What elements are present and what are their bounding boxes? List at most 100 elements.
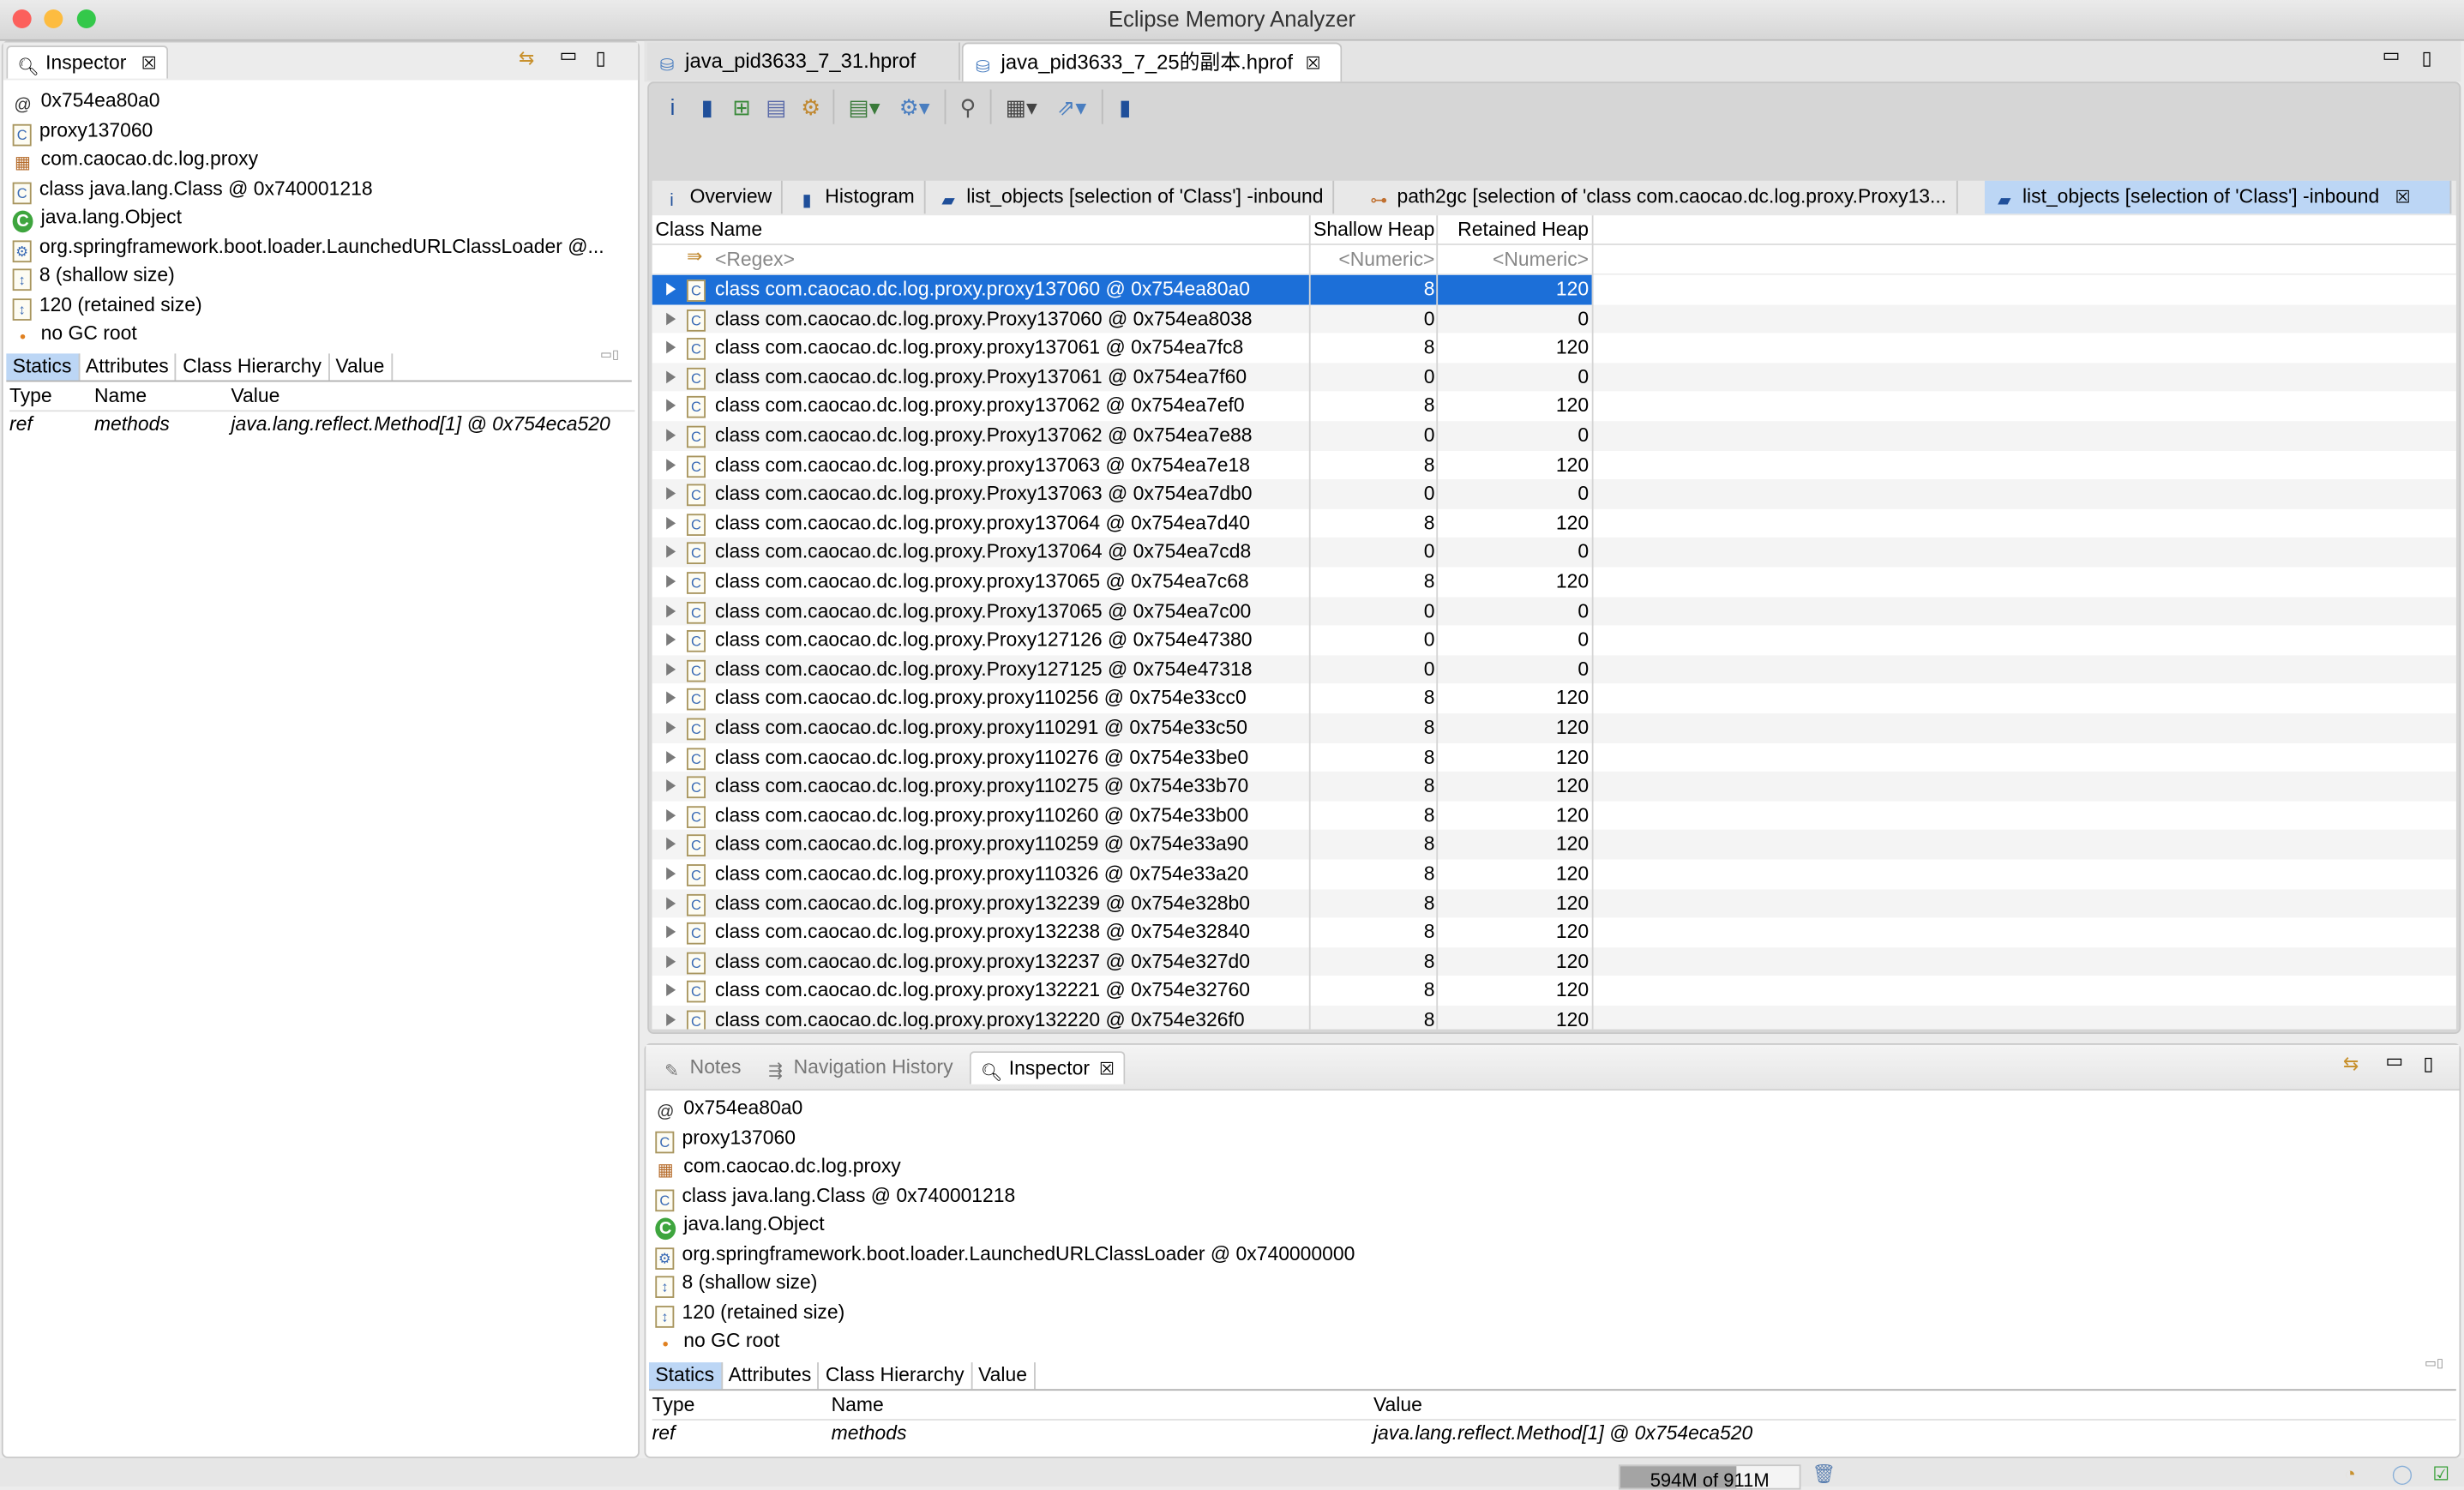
- minimize-icon[interactable]: ▭▯: [2425, 1356, 2443, 1370]
- table-row[interactable]: Cclass com.caocao.dc.log.proxy.proxy1370…: [652, 333, 2456, 363]
- query-tab[interactable]: ▰ list_objects [selection of 'Class'] -in…: [1984, 180, 2452, 214]
- column-header-shallow-heap[interactable]: Shallow Heap: [1309, 215, 1434, 243]
- expand-arrow-icon[interactable]: [666, 867, 676, 880]
- table-row[interactable]: Cclass com.caocao.dc.log.proxy.proxy1322…: [652, 888, 2456, 918]
- expand-arrow-icon[interactable]: [666, 721, 676, 734]
- column-divider[interactable]: [1308, 215, 1311, 1030]
- table-row[interactable]: Cclass com.caocao.dc.log.proxy.proxy1102…: [652, 684, 2456, 714]
- numeric-filter-input[interactable]: <Numeric>: [1438, 245, 1589, 273]
- cell-name[interactable]: methods: [94, 410, 170, 438]
- close-window-button[interactable]: [12, 9, 32, 28]
- editor-tab[interactable]: ⛁ java_pid3633_7_25的副本.hprof ☒: [961, 42, 1343, 82]
- link-with-editor-icon[interactable]: ⇆: [519, 47, 534, 69]
- tab-navigation-history[interactable]: ⇶ Navigation History: [756, 1051, 963, 1083]
- column-header-retained-heap[interactable]: Retained Heap: [1438, 215, 1589, 243]
- info-icon[interactable]: i: [657, 89, 688, 123]
- tab-statics[interactable]: Statics: [6, 353, 80, 381]
- tab-statics[interactable]: Statics: [648, 1362, 723, 1390]
- export-icon[interactable]: ⇗▾: [1049, 89, 1096, 123]
- report-icon[interactable]: ▤▾: [841, 89, 888, 123]
- table-row[interactable]: Cclass com.caocao.dc.log.proxy.proxy1370…: [652, 508, 2456, 538]
- column-divider[interactable]: [1436, 215, 1439, 1030]
- class-name-filter-input[interactable]: <Regex>: [715, 245, 795, 273]
- table-row[interactable]: Cclass com.caocao.dc.log.proxy.Proxy1370…: [652, 303, 2456, 333]
- expand-arrow-icon[interactable]: [666, 341, 676, 354]
- cell-name[interactable]: methods: [832, 1419, 907, 1447]
- expand-arrow-icon[interactable]: [666, 487, 676, 501]
- table-row[interactable]: Cclass com.caocao.dc.log.proxy.proxy1322…: [652, 946, 2456, 976]
- table-row[interactable]: Cclass com.caocao.dc.log.proxy.proxy1322…: [652, 1006, 2456, 1030]
- maximize-icon[interactable]: ▯: [2421, 47, 2431, 69]
- heap-status[interactable]: 594M of 911M: [1618, 1464, 1801, 1490]
- column-header-name[interactable]: Name: [832, 1391, 884, 1419]
- tab-inspector[interactable]: 🔍︎ Inspector ☒: [969, 1051, 1126, 1084]
- tab-inspector[interactable]: 🔍︎ Inspector ☒: [6, 45, 168, 79]
- maximize-icon[interactable]: ▯: [596, 47, 606, 69]
- expand-arrow-icon[interactable]: [666, 925, 676, 939]
- column-header-value[interactable]: Value: [1373, 1391, 1422, 1419]
- minimize-icon[interactable]: ▭: [2385, 1049, 2403, 1072]
- expand-arrow-icon[interactable]: [666, 429, 676, 442]
- tab-notes[interactable]: ✎ Notes: [652, 1051, 751, 1083]
- close-icon[interactable]: ☒: [141, 55, 157, 74]
- garbage-collect-icon[interactable]: 🗑︎: [1812, 1463, 1836, 1485]
- cell-type[interactable]: ref: [652, 1419, 676, 1447]
- table-row[interactable]: Cclass com.caocao.dc.log.proxy.proxy1102…: [652, 801, 2456, 831]
- expand-arrow-icon[interactable]: [666, 955, 676, 968]
- table-row[interactable]: Cclass com.caocao.dc.log.proxy.Proxy1370…: [652, 538, 2456, 568]
- query-tab[interactable]: ⊶ path2gc [selection of 'class com.caocao…: [1359, 180, 1957, 214]
- tab-attributes[interactable]: Attributes: [80, 353, 177, 381]
- expand-arrow-icon[interactable]: [666, 604, 676, 617]
- table-row[interactable]: Cclass com.caocao.dc.log.proxy.proxy1322…: [652, 976, 2456, 1006]
- minimize-icon[interactable]: ▭▯: [600, 347, 619, 361]
- link-with-editor-icon[interactable]: ⇆: [2343, 1053, 2359, 1075]
- table-row[interactable]: Cclass com.caocao.dc.log.proxy.proxy1370…: [652, 392, 2456, 422]
- editor-tab[interactable]: ⛁ java_pid3633_7_31.hprof: [647, 42, 960, 81]
- expand-arrow-icon[interactable]: [666, 1013, 676, 1026]
- task-icon[interactable]: ☑: [2432, 1463, 2449, 1485]
- tab-value[interactable]: Value: [329, 353, 393, 381]
- expand-arrow-icon[interactable]: [666, 574, 676, 588]
- table-row[interactable]: Cclass com.caocao.dc.log.proxy.proxy1370…: [652, 567, 2456, 597]
- tab-value[interactable]: Value: [972, 1362, 1036, 1390]
- table-row[interactable]: Cclass com.caocao.dc.log.proxy.proxy1370…: [652, 450, 2456, 480]
- zoom-window-button[interactable]: [76, 9, 96, 28]
- expand-arrow-icon[interactable]: [666, 634, 676, 646]
- search-icon[interactable]: ⚲: [953, 89, 984, 123]
- bubble-icon[interactable]: ◯: [2392, 1463, 2413, 1485]
- gear-icon[interactable]: ⚙: [795, 89, 826, 123]
- oql-icon[interactable]: ▤: [760, 89, 792, 123]
- close-icon[interactable]: ☒: [2395, 189, 2411, 207]
- cell-value[interactable]: java.lang.reflect.Method[1] @ 0x754eca52…: [1373, 1419, 1752, 1447]
- expand-arrow-icon[interactable]: [666, 896, 676, 910]
- minimize-icon[interactable]: ▭: [2383, 44, 2401, 66]
- expand-arrow-icon[interactable]: [666, 545, 676, 559]
- table-row[interactable]: Cclass com.caocao.dc.log.proxy.Proxy1271…: [652, 654, 2456, 685]
- cell-type[interactable]: ref: [9, 410, 33, 438]
- close-icon[interactable]: ☒: [1306, 55, 1321, 74]
- histogram-icon[interactable]: ▮: [691, 89, 723, 123]
- query-tab[interactable]: ▮ Histogram: [787, 180, 926, 214]
- heap-dump-icon[interactable]: ▮: [1109, 89, 1141, 123]
- table-row[interactable]: Cclass com.caocao.dc.log.proxy.proxy1102…: [652, 713, 2456, 743]
- table-row[interactable]: Cclass com.caocao.dc.log.proxy.Proxy1370…: [652, 596, 2456, 626]
- query-tab[interactable]: ▰ list_objects [selection of 'Class'] -in…: [929, 180, 1335, 214]
- tab-class-hierarchy[interactable]: Class Hierarchy: [820, 1362, 972, 1390]
- column-header-value[interactable]: Value: [231, 382, 279, 410]
- query-tab[interactable]: i Overview: [652, 180, 783, 214]
- expand-arrow-icon[interactable]: [666, 282, 676, 296]
- column-header-type[interactable]: Type: [9, 382, 52, 410]
- tab-class-hierarchy[interactable]: Class Hierarchy: [177, 353, 330, 381]
- query-browser-icon[interactable]: ⚙▾: [891, 89, 938, 123]
- expand-arrow-icon[interactable]: [666, 750, 676, 764]
- table-row[interactable]: Cclass com.caocao.dc.log.proxy.proxy1102…: [652, 772, 2456, 802]
- expand-arrow-icon[interactable]: [666, 370, 676, 383]
- tab-attributes[interactable]: Attributes: [722, 1362, 820, 1390]
- expand-arrow-icon[interactable]: [666, 663, 676, 676]
- table-row[interactable]: Cclass com.caocao.dc.log.proxy.Proxy1370…: [652, 479, 2456, 509]
- table-row[interactable]: Cclass com.caocao.dc.log.proxy.Proxy1370…: [652, 421, 2456, 451]
- table-row[interactable]: Cclass com.caocao.dc.log.proxy.proxy1102…: [652, 742, 2456, 772]
- numeric-filter-input[interactable]: <Numeric>: [1309, 245, 1434, 273]
- cell-value[interactable]: java.lang.reflect.Method[1] @ 0x754eca52…: [231, 410, 610, 438]
- table-row[interactable]: Cclass com.caocao.dc.log.proxy.proxy1370…: [652, 274, 2456, 304]
